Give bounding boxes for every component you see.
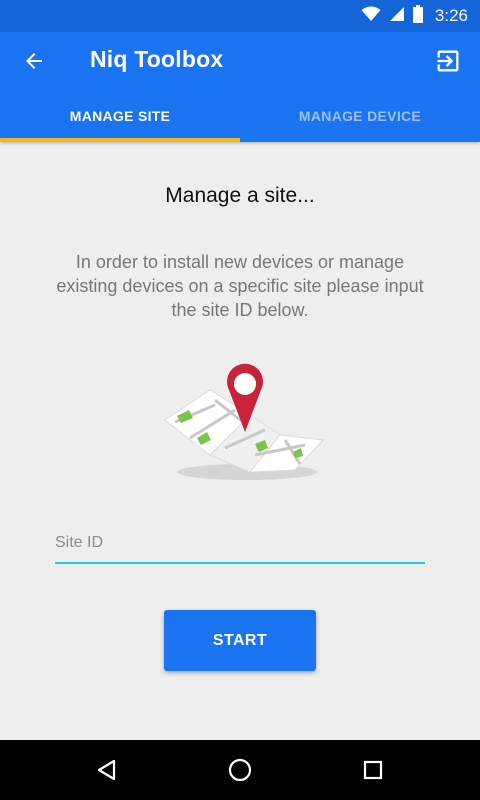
page-description: In order to install new devices or manag… bbox=[56, 252, 424, 320]
tab-manage-device[interactable]: MANAGE DEVICE bbox=[240, 90, 480, 142]
app-title: Niq Toolbox bbox=[90, 46, 224, 72]
exit-button[interactable] bbox=[432, 45, 464, 77]
exit-to-app-icon bbox=[437, 50, 459, 72]
tab-manage-site[interactable]: MANAGE SITE bbox=[0, 90, 240, 142]
system-nav-bar bbox=[0, 740, 480, 800]
page-heading: Manage a site... bbox=[165, 184, 315, 207]
start-button[interactable]: START bbox=[164, 610, 316, 671]
site-id-input[interactable] bbox=[55, 526, 425, 560]
triangle-back-icon bbox=[97, 759, 115, 781]
app-bar: Niq Toolbox bbox=[0, 32, 480, 90]
nav-home-button[interactable] bbox=[216, 746, 264, 794]
tab-bar: MANAGE SITE MANAGE DEVICE bbox=[0, 90, 480, 142]
nav-back-button[interactable] bbox=[83, 746, 131, 794]
back-button[interactable] bbox=[18, 45, 50, 77]
square-recents-icon bbox=[364, 760, 383, 780]
map-pin-illustration bbox=[155, 360, 330, 485]
wifi-icon bbox=[361, 6, 381, 27]
battery-icon bbox=[412, 4, 423, 28]
signal-icon bbox=[389, 6, 405, 27]
status-icons: 3:26 bbox=[361, 0, 468, 32]
arrow-left-icon bbox=[26, 53, 42, 69]
status-bar: 3:26 bbox=[0, 0, 480, 32]
site-id-field bbox=[55, 526, 425, 564]
nav-recents-button[interactable] bbox=[349, 746, 397, 794]
circle-home-icon bbox=[228, 758, 252, 782]
status-time: 3:26 bbox=[434, 6, 468, 25]
